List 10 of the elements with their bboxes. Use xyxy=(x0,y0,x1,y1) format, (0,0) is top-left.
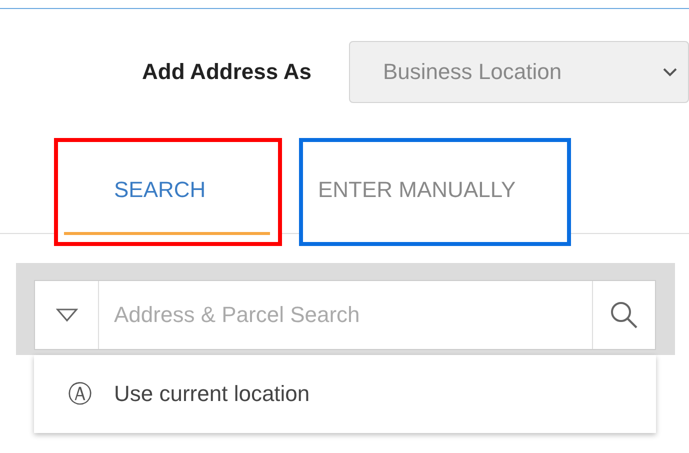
tab[interactable]: ENTER MANUALLY xyxy=(309,148,570,235)
field-label: Add Address As xyxy=(142,59,313,85)
tab[interactable]: SEARCH xyxy=(64,148,270,235)
menu-item[interactable]: Use current location xyxy=(114,381,310,407)
address-type-select[interactable]: Business Location xyxy=(349,41,689,103)
chevron-down-icon xyxy=(663,68,677,76)
location-icon: Ⓐ xyxy=(68,378,114,410)
search-icon[interactable] xyxy=(609,300,639,330)
triangle-down-icon[interactable] xyxy=(56,308,78,322)
search-field[interactable]: Address & Parcel Search xyxy=(34,280,656,350)
